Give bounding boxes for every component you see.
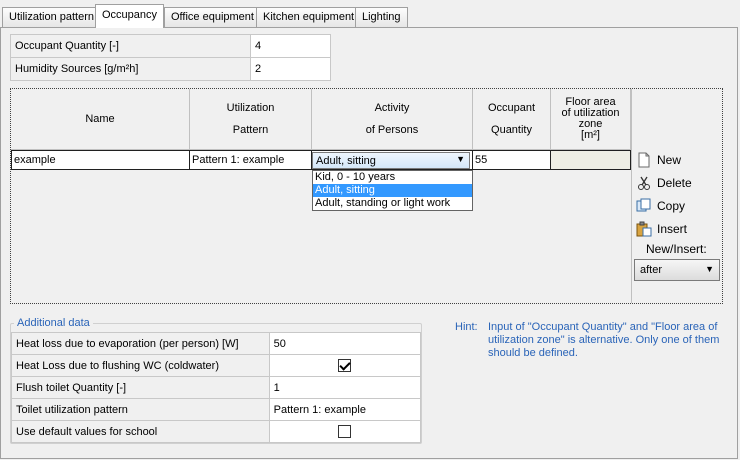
header-activity-line2: of Persons [365, 124, 419, 136]
new-insert-label: New/Insert: [646, 242, 707, 256]
new-button-label: New [657, 153, 682, 167]
insert-button-label: Insert [657, 222, 688, 236]
insert-button[interactable]: Insert [636, 219, 687, 239]
header-activity-line1: Activity [374, 102, 410, 114]
school-defaults-label: Use default values for school [11, 420, 270, 443]
copy-icon [636, 198, 652, 214]
tab-office-equipment[interactable]: Office equipment [164, 7, 261, 27]
chevron-down-icon[interactable]: ▼ [705, 264, 714, 274]
additional-data-group: Additional data Heat loss due to evapora… [10, 317, 422, 444]
humidity-sources-label: Humidity Sources [g/m²h] [10, 57, 251, 81]
header-activity: Activity of Persons [312, 89, 473, 150]
occupancy-table: Name Utilization Pattern Activity of Per… [10, 88, 723, 304]
evaporation-heat-loss-label: Heat loss due to evaporation (per person… [11, 332, 270, 355]
header-name: Name [11, 89, 190, 150]
row-quantity-cell[interactable]: 55 [473, 150, 551, 170]
header-quantity-line2: Quantity [491, 124, 532, 136]
additional-data-title: Additional data [14, 317, 93, 329]
hint-label: Hint: [455, 321, 478, 333]
additional-data-grid: Heat loss due to evaporation (per person… [11, 332, 422, 443]
tab-occupancy[interactable]: Occupancy [95, 4, 165, 28]
header-floor-line4: [m²] [581, 129, 600, 141]
activity-combobox-value: Adult, sitting [316, 155, 376, 167]
copy-button[interactable]: Copy [636, 196, 685, 216]
flushing-heat-loss-checkbox[interactable] [338, 359, 352, 372]
paste-icon [636, 221, 652, 237]
flushing-heat-loss-cell [268, 354, 422, 377]
delete-button-label: Delete [657, 176, 692, 190]
header-pattern-line1: Utilization [226, 102, 275, 114]
flush-toilet-quantity-field[interactable]: 1 [268, 376, 422, 399]
tab-lighting[interactable]: Lighting [355, 7, 408, 27]
tab-kitchen-equipment[interactable]: Kitchen equipment [256, 7, 362, 27]
header-pattern-line2: Pattern [232, 124, 269, 136]
school-defaults-checkbox[interactable] [338, 425, 352, 438]
occupant-quantity-label: Occupant Quantity [-] [10, 34, 251, 58]
row-actions-panel: New Delete Copy Insert New/Insert: after… [631, 89, 723, 303]
toilet-pattern-label: Toilet utilization pattern [11, 398, 270, 421]
row-name-cell[interactable]: example [11, 150, 190, 170]
header-floor-area: Floor area of utilization zone [m²] [551, 89, 631, 150]
header-name-text: Name [85, 113, 115, 125]
header-quantity: Occupant Quantity [473, 89, 551, 150]
activity-option-adult-sitting[interactable]: Adult, sitting [313, 184, 472, 197]
summary-grid: Occupant Quantity [-] 4 Humidity Sources… [10, 34, 331, 81]
toilet-pattern-field[interactable]: Pattern 1: example [268, 398, 422, 421]
tab-utilization-pattern[interactable]: Utilization pattern [2, 7, 101, 27]
scissors-icon [636, 175, 652, 191]
tab-strip: Utilization pattern Occupancy Office equ… [0, 0, 740, 28]
hint-text: Input of "Occupant Quantity" and "Floor … [488, 321, 720, 359]
copy-button-label: Copy [657, 199, 686, 213]
new-insert-select[interactable]: after ▼ [634, 259, 720, 281]
humidity-sources-field[interactable]: 2 [250, 57, 331, 81]
occupant-quantity-field[interactable]: 4 [250, 34, 331, 58]
row-floor-area-cell[interactable] [551, 150, 631, 170]
row-pattern-cell[interactable]: Pattern 1: example [190, 150, 312, 170]
flush-toilet-quantity-label: Flush toilet Quantity [-] [11, 376, 270, 399]
header-quantity-line1: Occupant [487, 102, 536, 114]
school-defaults-cell [268, 420, 422, 443]
flushing-heat-loss-label: Heat Loss due to flushing WC (coldwater) [11, 354, 270, 377]
chevron-down-icon[interactable]: ▼ [456, 154, 465, 164]
delete-button[interactable]: Delete [636, 173, 692, 193]
evaporation-heat-loss-field[interactable]: 50 [268, 332, 422, 355]
activity-dropdown-list: Kid, 0 - 10 years Adult, sitting Adult, … [312, 170, 473, 211]
new-insert-value: after [640, 264, 663, 276]
activity-option-kid[interactable]: Kid, 0 - 10 years [313, 171, 472, 184]
activity-combobox[interactable]: Adult, sitting ▼ [312, 152, 470, 169]
new-button[interactable]: New [636, 150, 681, 170]
activity-option-adult-standing[interactable]: Adult, standing or light work [313, 197, 472, 210]
header-pattern: Utilization Pattern [190, 89, 312, 150]
new-document-icon [636, 152, 652, 168]
